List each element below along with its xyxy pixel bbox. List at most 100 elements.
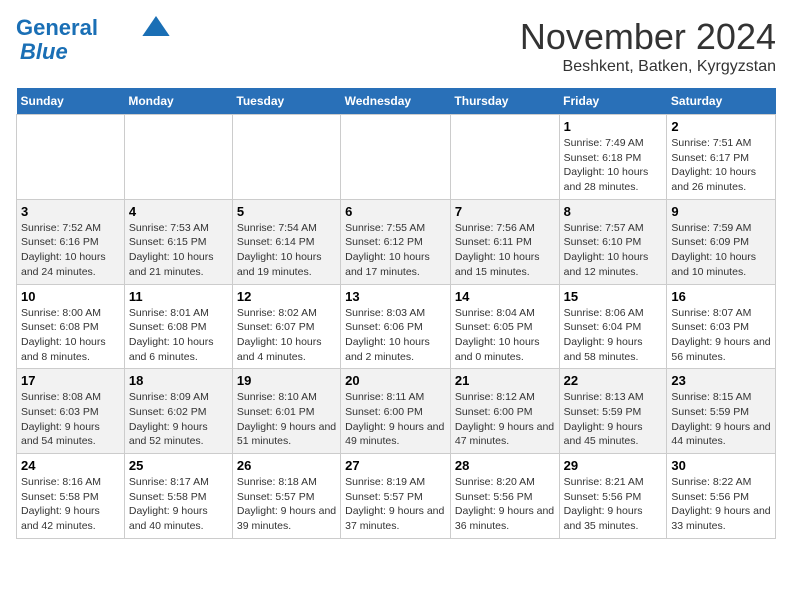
day-cell: 19 Sunrise: 8:10 AMSunset: 6:01 PMDaylig…	[232, 369, 340, 454]
day-number: 21	[455, 373, 555, 388]
day-cell	[341, 115, 451, 200]
day-cell: 6 Sunrise: 7:55 AMSunset: 6:12 PMDayligh…	[341, 199, 451, 284]
day-cell: 9 Sunrise: 7:59 AMSunset: 6:09 PMDayligh…	[667, 199, 776, 284]
day-cell: 13 Sunrise: 8:03 AMSunset: 6:06 PMDaylig…	[341, 284, 451, 369]
day-number: 10	[21, 289, 120, 304]
day-info: Sunrise: 8:07 AMSunset: 6:03 PMDaylight:…	[671, 306, 771, 365]
week-row-2: 3 Sunrise: 7:52 AMSunset: 6:16 PMDayligh…	[17, 199, 776, 284]
day-number: 19	[237, 373, 336, 388]
day-number: 17	[21, 373, 120, 388]
day-info: Sunrise: 8:00 AMSunset: 6:08 PMDaylight:…	[21, 306, 120, 365]
day-number: 18	[129, 373, 228, 388]
day-info: Sunrise: 8:22 AMSunset: 5:56 PMDaylight:…	[671, 475, 771, 534]
day-info: Sunrise: 8:08 AMSunset: 6:03 PMDaylight:…	[21, 390, 120, 449]
week-row-5: 24 Sunrise: 8:16 AMSunset: 5:58 PMDaylig…	[17, 454, 776, 539]
day-info: Sunrise: 8:01 AMSunset: 6:08 PMDaylight:…	[129, 306, 228, 365]
col-header-monday: Monday	[124, 88, 232, 115]
day-cell: 18 Sunrise: 8:09 AMSunset: 6:02 PMDaylig…	[124, 369, 232, 454]
day-info: Sunrise: 8:15 AMSunset: 5:59 PMDaylight:…	[671, 390, 771, 449]
day-number: 2	[671, 119, 771, 134]
logo-general: General	[16, 15, 98, 40]
day-number: 22	[564, 373, 663, 388]
day-number: 28	[455, 458, 555, 473]
day-number: 29	[564, 458, 663, 473]
day-cell	[232, 115, 340, 200]
day-info: Sunrise: 8:18 AMSunset: 5:57 PMDaylight:…	[237, 475, 336, 534]
day-info: Sunrise: 8:20 AMSunset: 5:56 PMDaylight:…	[455, 475, 555, 534]
day-number: 1	[564, 119, 663, 134]
day-cell	[17, 115, 125, 200]
day-info: Sunrise: 7:57 AMSunset: 6:10 PMDaylight:…	[564, 221, 663, 280]
day-info: Sunrise: 8:04 AMSunset: 6:05 PMDaylight:…	[455, 306, 555, 365]
day-cell: 25 Sunrise: 8:17 AMSunset: 5:58 PMDaylig…	[124, 454, 232, 539]
col-header-wednesday: Wednesday	[341, 88, 451, 115]
day-info: Sunrise: 8:09 AMSunset: 6:02 PMDaylight:…	[129, 390, 228, 449]
day-cell: 2 Sunrise: 7:51 AMSunset: 6:17 PMDayligh…	[667, 115, 776, 200]
day-info: Sunrise: 7:53 AMSunset: 6:15 PMDaylight:…	[129, 221, 228, 280]
day-info: Sunrise: 8:02 AMSunset: 6:07 PMDaylight:…	[237, 306, 336, 365]
day-cell: 21 Sunrise: 8:12 AMSunset: 6:00 PMDaylig…	[450, 369, 559, 454]
day-number: 13	[345, 289, 446, 304]
day-number: 9	[671, 204, 771, 219]
day-number: 30	[671, 458, 771, 473]
day-cell: 20 Sunrise: 8:11 AMSunset: 6:00 PMDaylig…	[341, 369, 451, 454]
day-cell: 14 Sunrise: 8:04 AMSunset: 6:05 PMDaylig…	[450, 284, 559, 369]
day-number: 25	[129, 458, 228, 473]
day-cell: 1 Sunrise: 7:49 AMSunset: 6:18 PMDayligh…	[559, 115, 667, 200]
day-info: Sunrise: 8:03 AMSunset: 6:06 PMDaylight:…	[345, 306, 446, 365]
day-number: 3	[21, 204, 120, 219]
day-number: 7	[455, 204, 555, 219]
day-number: 27	[345, 458, 446, 473]
day-number: 11	[129, 289, 228, 304]
day-info: Sunrise: 8:06 AMSunset: 6:04 PMDaylight:…	[564, 306, 663, 365]
day-number: 24	[21, 458, 120, 473]
day-info: Sunrise: 7:56 AMSunset: 6:11 PMDaylight:…	[455, 221, 555, 280]
day-cell: 8 Sunrise: 7:57 AMSunset: 6:10 PMDayligh…	[559, 199, 667, 284]
day-cell: 7 Sunrise: 7:56 AMSunset: 6:11 PMDayligh…	[450, 199, 559, 284]
day-cell: 5 Sunrise: 7:54 AMSunset: 6:14 PMDayligh…	[232, 199, 340, 284]
day-number: 6	[345, 204, 446, 219]
day-number: 16	[671, 289, 771, 304]
calendar-table: SundayMondayTuesdayWednesdayThursdayFrid…	[16, 88, 776, 539]
week-row-3: 10 Sunrise: 8:00 AMSunset: 6:08 PMDaylig…	[17, 284, 776, 369]
day-cell: 22 Sunrise: 8:13 AMSunset: 5:59 PMDaylig…	[559, 369, 667, 454]
day-cell	[124, 115, 232, 200]
day-cell: 26 Sunrise: 8:18 AMSunset: 5:57 PMDaylig…	[232, 454, 340, 539]
day-info: Sunrise: 7:49 AMSunset: 6:18 PMDaylight:…	[564, 136, 663, 195]
day-info: Sunrise: 7:52 AMSunset: 6:16 PMDaylight:…	[21, 221, 120, 280]
day-number: 8	[564, 204, 663, 219]
day-cell: 16 Sunrise: 8:07 AMSunset: 6:03 PMDaylig…	[667, 284, 776, 369]
day-number: 20	[345, 373, 446, 388]
logo-blue: Blue	[20, 39, 68, 64]
day-info: Sunrise: 8:10 AMSunset: 6:01 PMDaylight:…	[237, 390, 336, 449]
day-info: Sunrise: 8:16 AMSunset: 5:58 PMDaylight:…	[21, 475, 120, 534]
week-row-4: 17 Sunrise: 8:08 AMSunset: 6:03 PMDaylig…	[17, 369, 776, 454]
header-row: SundayMondayTuesdayWednesdayThursdayFrid…	[17, 88, 776, 115]
day-cell: 11 Sunrise: 8:01 AMSunset: 6:08 PMDaylig…	[124, 284, 232, 369]
header: General Blue November 2024 Beshkent, Bat…	[16, 16, 776, 76]
day-cell: 30 Sunrise: 8:22 AMSunset: 5:56 PMDaylig…	[667, 454, 776, 539]
day-cell: 23 Sunrise: 8:15 AMSunset: 5:59 PMDaylig…	[667, 369, 776, 454]
day-cell: 29 Sunrise: 8:21 AMSunset: 5:56 PMDaylig…	[559, 454, 667, 539]
day-cell: 17 Sunrise: 8:08 AMSunset: 6:03 PMDaylig…	[17, 369, 125, 454]
day-cell: 10 Sunrise: 8:00 AMSunset: 6:08 PMDaylig…	[17, 284, 125, 369]
logo-text: General	[16, 16, 98, 40]
week-row-1: 1 Sunrise: 7:49 AMSunset: 6:18 PMDayligh…	[17, 115, 776, 200]
title-area: November 2024 Beshkent, Batken, Kyrgyzst…	[520, 16, 776, 76]
logo-icon	[142, 16, 170, 36]
day-info: Sunrise: 7:59 AMSunset: 6:09 PMDaylight:…	[671, 221, 771, 280]
day-info: Sunrise: 8:21 AMSunset: 5:56 PMDaylight:…	[564, 475, 663, 534]
day-number: 5	[237, 204, 336, 219]
col-header-tuesday: Tuesday	[232, 88, 340, 115]
location-subtitle: Beshkent, Batken, Kyrgyzstan	[520, 58, 776, 76]
col-header-thursday: Thursday	[450, 88, 559, 115]
day-cell: 15 Sunrise: 8:06 AMSunset: 6:04 PMDaylig…	[559, 284, 667, 369]
logo: General Blue	[16, 16, 170, 64]
day-info: Sunrise: 8:13 AMSunset: 5:59 PMDaylight:…	[564, 390, 663, 449]
day-cell: 3 Sunrise: 7:52 AMSunset: 6:16 PMDayligh…	[17, 199, 125, 284]
day-info: Sunrise: 8:17 AMSunset: 5:58 PMDaylight:…	[129, 475, 228, 534]
day-cell: 27 Sunrise: 8:19 AMSunset: 5:57 PMDaylig…	[341, 454, 451, 539]
day-number: 14	[455, 289, 555, 304]
day-number: 15	[564, 289, 663, 304]
day-cell: 28 Sunrise: 8:20 AMSunset: 5:56 PMDaylig…	[450, 454, 559, 539]
